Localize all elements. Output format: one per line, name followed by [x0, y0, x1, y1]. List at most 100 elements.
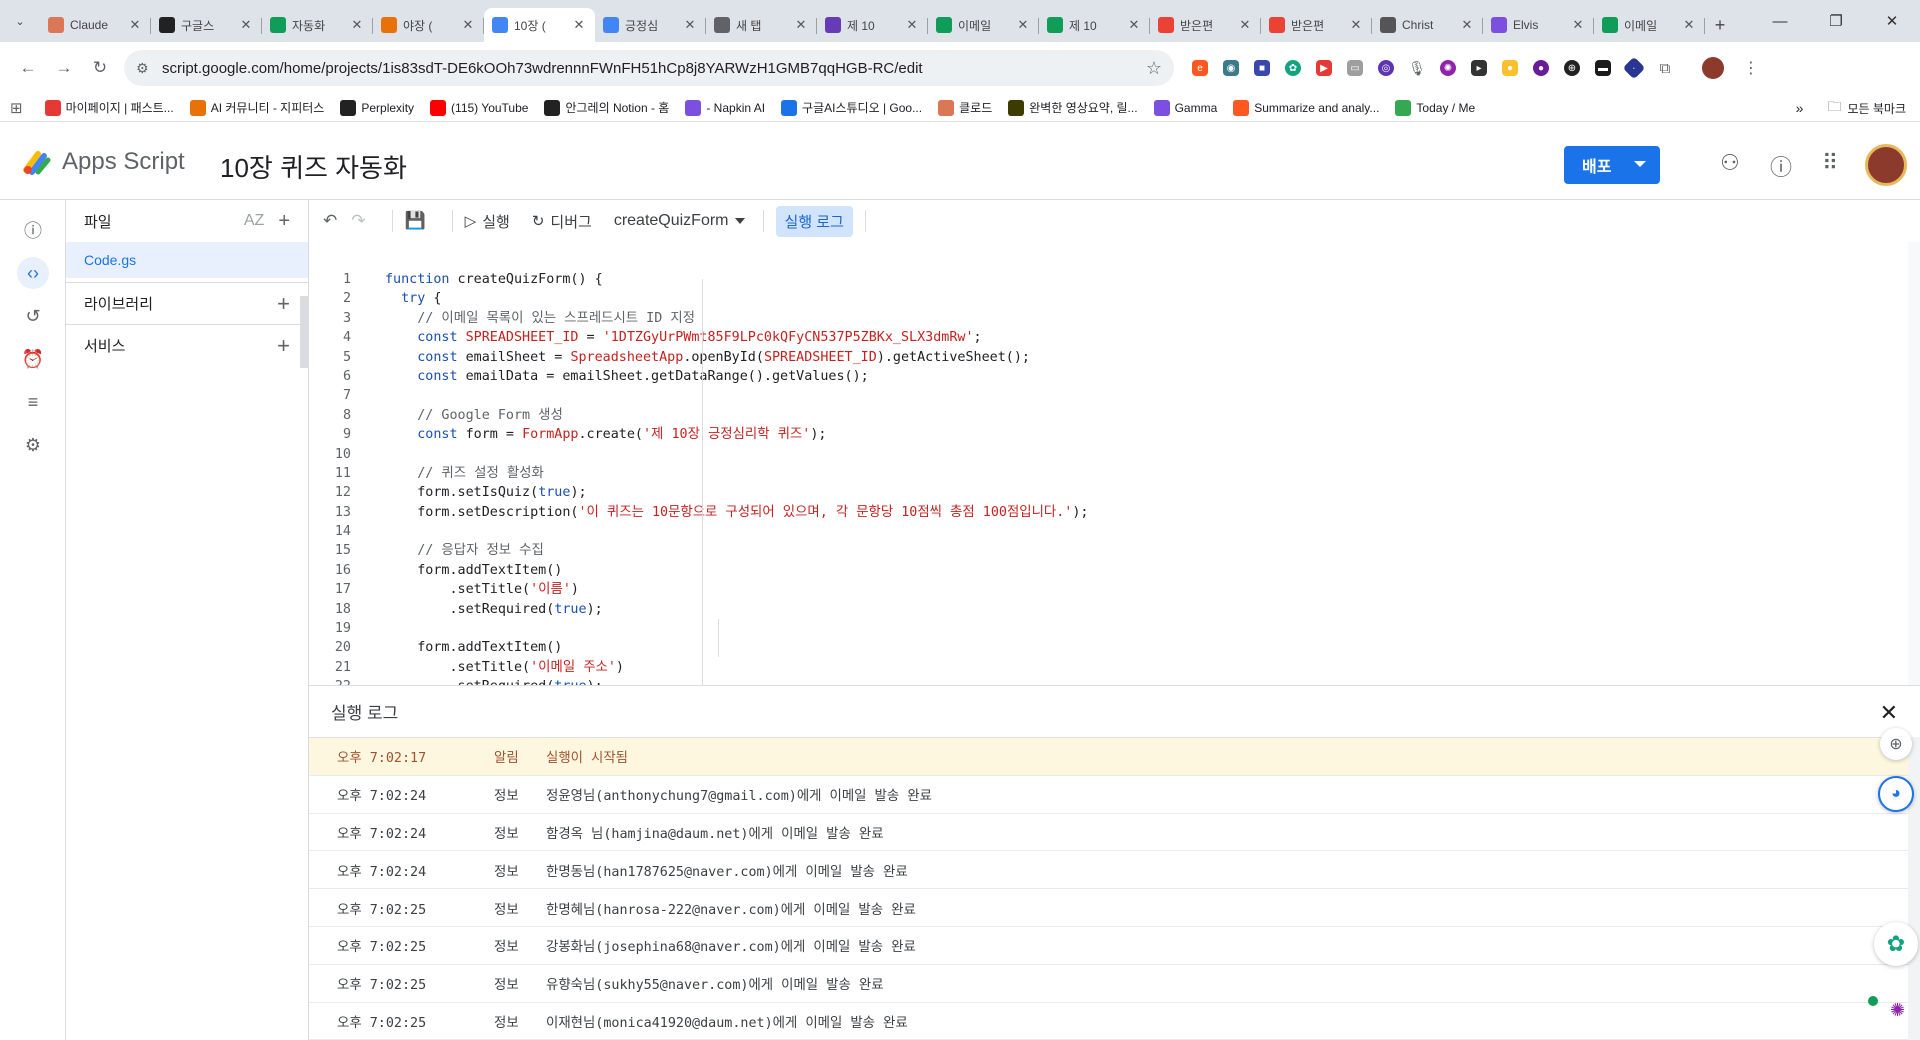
debug-button[interactable]: ↻ 디버그: [532, 211, 592, 232]
close-tab-icon[interactable]: ✕: [1015, 17, 1031, 33]
close-tab-icon[interactable]: ✕: [349, 17, 365, 33]
redo-icon[interactable]: ↷: [351, 211, 365, 231]
deploy-button[interactable]: 배포: [1564, 146, 1660, 184]
triggers-alarm-icon[interactable]: ⏰: [17, 343, 49, 375]
extension-icon[interactable]: ▸: [1471, 60, 1487, 76]
code-line[interactable]: 19: [309, 619, 1909, 638]
all-bookmarks-folder[interactable]: 🗀 모든 북마크: [1827, 96, 1906, 120]
microphone-icon[interactable]: 🎙: [1408, 60, 1426, 76]
minimize-icon[interactable]: —: [1752, 0, 1808, 42]
code-line[interactable]: 10: [309, 445, 1909, 464]
extension-icon[interactable]: ■: [1254, 60, 1270, 76]
account-avatar[interactable]: [1865, 144, 1907, 186]
bookmarks-overflow[interactable]: »: [1796, 100, 1804, 116]
apps-grid-icon[interactable]: ⠿: [1822, 150, 1838, 176]
bookmark-item[interactable]: 마이페이지 | 패스트...: [44, 99, 174, 116]
bookmark-item[interactable]: 완벽한 영상요약, 릴...: [1008, 99, 1138, 116]
apps-script-logo[interactable]: Apps Script: [22, 148, 185, 176]
profile-avatar[interactable]: [1702, 57, 1724, 79]
extension-icon[interactable]: ▬: [1595, 60, 1611, 76]
browser-tab[interactable]: 새 탭 ✕: [706, 8, 817, 42]
bookmark-item[interactable]: 안그레의 Notion - 홈: [544, 99, 669, 116]
editor-code-icon[interactable]: ‹›: [17, 257, 49, 289]
execution-log-button[interactable]: 실행 로그: [775, 205, 853, 237]
extension-icon[interactable]: ▶: [1316, 60, 1332, 76]
browser-tab[interactable]: 이메일 ✕: [1594, 8, 1705, 42]
editor-scrollbar[interactable]: [1908, 242, 1920, 685]
bookmark-item[interactable]: 구글AI스튜디오 | Goo...: [781, 99, 922, 116]
project-title[interactable]: 10장 퀴즈 자동화: [220, 148, 407, 185]
history-icon[interactable]: ↺: [17, 300, 49, 332]
code-line[interactable]: 5 const emailSheet = SpreadsheetApp.open…: [309, 348, 1909, 367]
close-icon[interactable]: ✕: [1880, 700, 1898, 726]
code-line[interactable]: 12 form.setIsQuiz(true);: [309, 483, 1909, 502]
close-tab-icon[interactable]: ✕: [238, 17, 254, 33]
bookmark-item[interactable]: 클로드: [938, 99, 992, 116]
save-icon[interactable]: 💾: [405, 211, 426, 231]
new-tab-button[interactable]: +: [1705, 8, 1735, 42]
bookmark-item[interactable]: AI 커뮤니티 - 지피터스: [189, 99, 324, 116]
settings-gear-icon[interactable]: ⚙: [17, 429, 49, 461]
extension-icon[interactable]: ▭: [1347, 60, 1363, 76]
restore-icon[interactable]: ❐: [1808, 0, 1864, 42]
bookmark-item[interactable]: - Napkin AI: [685, 99, 765, 116]
close-tab-icon[interactable]: ✕: [1126, 17, 1142, 33]
bookmark-star-icon[interactable]: ☆: [1146, 58, 1162, 79]
address-bar[interactable]: ⚙ script.google.com/home/projects/1is83s…: [124, 50, 1174, 86]
back-icon[interactable]: ←: [10, 50, 46, 86]
browser-tab[interactable]: 제 10 ✕: [817, 8, 928, 42]
extension-icon[interactable]: ●: [1533, 60, 1549, 76]
browser-tab[interactable]: Claude ✕: [40, 8, 151, 42]
close-tab-icon[interactable]: ✕: [1681, 17, 1697, 33]
close-tab-icon[interactable]: ✕: [1459, 17, 1475, 33]
assistant-bot-icon[interactable]: ◕: [1878, 776, 1914, 812]
code-line[interactable]: 15 // 응답자 정보 수집: [309, 541, 1909, 560]
close-tab-icon[interactable]: ✕: [127, 17, 143, 33]
chatgpt-floating-icon[interactable]: ✿: [1874, 922, 1918, 966]
close-tab-icon[interactable]: ✕: [793, 17, 809, 33]
more-vert-icon[interactable]: ⋮: [1743, 58, 1759, 78]
code-line[interactable]: 18 .setRequired(true);: [309, 600, 1909, 619]
site-info-icon[interactable]: ⚙: [136, 60, 162, 77]
extension-icon[interactable]: ◉: [1223, 60, 1239, 76]
browser-tab[interactable]: 받은편 ✕: [1150, 8, 1261, 42]
sort-az-icon[interactable]: AZ: [244, 212, 264, 230]
add-file-icon[interactable]: +: [278, 210, 290, 233]
executions-list-icon[interactable]: ≡: [17, 386, 49, 418]
code-line[interactable]: 13 form.setDescription('이 퀴즈는 10문항으로 구성되…: [309, 503, 1909, 522]
code-line[interactable]: 20 form.addTextItem(): [309, 638, 1909, 657]
close-tab-icon[interactable]: ✕: [682, 17, 698, 33]
bookmark-item[interactable]: (115) YouTube: [430, 99, 528, 116]
chatgpt-extension-icon[interactable]: ✿: [1285, 60, 1301, 76]
code-line[interactable]: 11 // 퀴즈 설정 활성화: [309, 464, 1909, 483]
puzzle-icon[interactable]: ⧉: [1657, 60, 1673, 77]
close-tab-icon[interactable]: ✕: [1570, 17, 1586, 33]
browser-tab[interactable]: 10장 (✕: [484, 8, 595, 42]
extension-icon[interactable]: ⊕: [1564, 60, 1580, 76]
floating-widget-icon[interactable]: ⊕: [1880, 728, 1912, 760]
undo-icon[interactable]: ↶: [323, 211, 337, 231]
reload-icon[interactable]: ↻: [82, 50, 118, 86]
code-line[interactable]: 22 .setRequired(true);: [309, 677, 1909, 685]
bookmark-item[interactable]: Summarize and analy...: [1233, 99, 1379, 116]
forward-icon[interactable]: →: [46, 50, 82, 86]
browser-tab[interactable]: 구글스 ✕: [151, 8, 262, 42]
extension-icon[interactable]: ●: [1502, 60, 1518, 76]
code-line[interactable]: 8 // Google Form 생성: [309, 406, 1909, 425]
browser-tab[interactable]: 자동화 ✕: [262, 8, 373, 42]
add-service-icon[interactable]: +: [277, 333, 290, 359]
apps-grid-icon[interactable]: ⊞: [10, 99, 23, 117]
file-item-code-gs[interactable]: Code.gs: [66, 242, 308, 278]
close-tab-icon[interactable]: ✕: [460, 17, 476, 33]
overview-info-icon[interactable]: ⓘ: [17, 214, 49, 246]
close-tab-icon[interactable]: ✕: [1348, 17, 1364, 33]
close-tab-icon[interactable]: ✕: [904, 17, 920, 33]
bookmark-item[interactable]: Perplexity: [340, 99, 414, 116]
brain-floating-icon[interactable]: ✺: [1890, 1000, 1905, 1021]
extension-icon[interactable]: ◎: [1378, 60, 1394, 76]
services-section[interactable]: 서비스 +: [66, 324, 308, 366]
code-line[interactable]: 9 const form = FormApp.create('제 10장 긍정심…: [309, 425, 1909, 444]
browser-tab[interactable]: 긍정심 ✕: [595, 8, 706, 42]
browser-tab[interactable]: 제 10 ✕: [1039, 8, 1150, 42]
run-button[interactable]: ▷ 실행: [465, 211, 510, 232]
